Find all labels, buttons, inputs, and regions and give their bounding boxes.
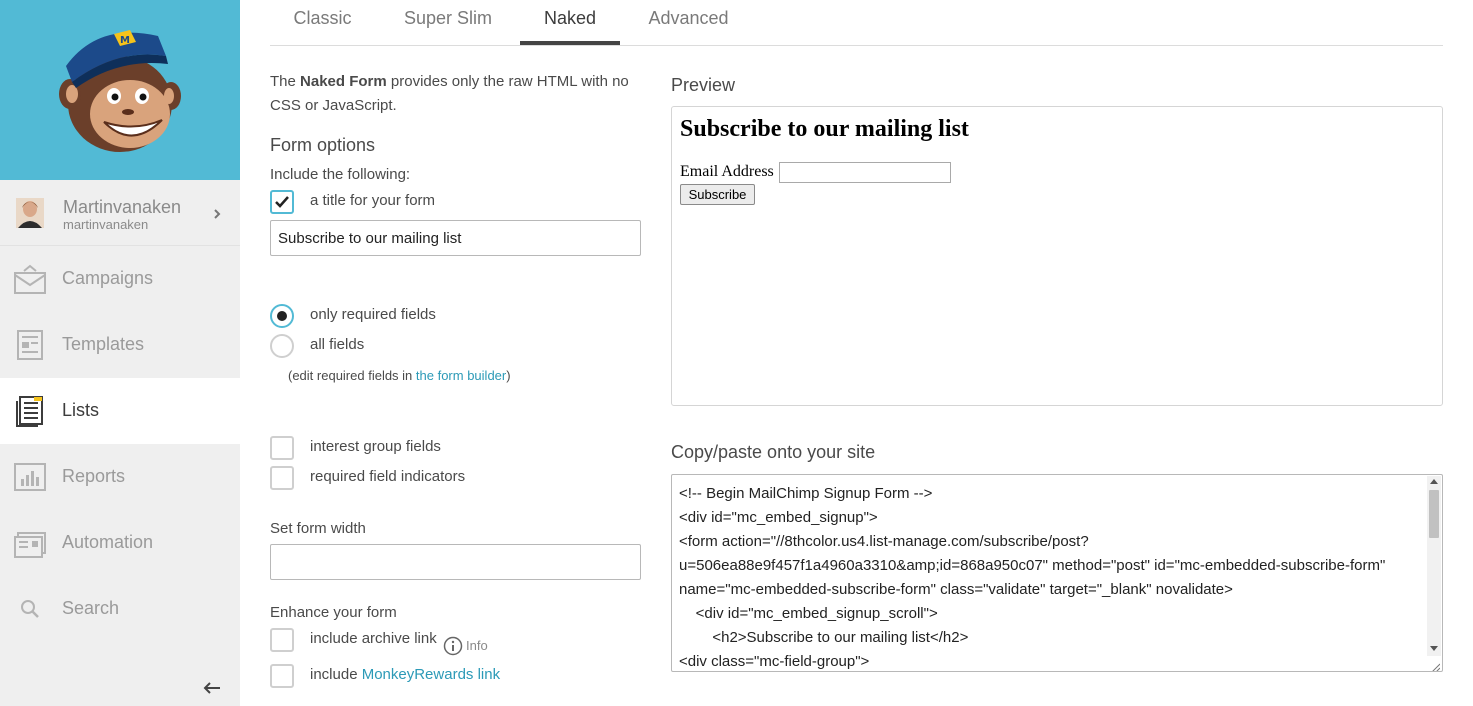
checkmark-icon [275, 196, 289, 208]
lists-icon [14, 395, 46, 427]
search-icon [14, 593, 46, 625]
automation-icon [14, 527, 46, 559]
code-heading: Copy/paste onto your site [671, 442, 876, 462]
preview-email-label: Email Address [680, 163, 774, 180]
info-label[interactable]: Info [466, 638, 488, 653]
radio-required-fields[interactable] [270, 304, 294, 328]
tab-super-slim[interactable]: Super Slim [383, 0, 513, 45]
note-prefix: (edit required fields in [288, 368, 416, 383]
archive-link-checkbox[interactable] [270, 628, 294, 652]
freddie-logo: M [59, 30, 181, 152]
monkey-prefix: include [310, 666, 362, 683]
chevron-right-icon [210, 206, 224, 222]
form-builder-link[interactable]: the form builder [416, 368, 506, 383]
form-builder-note: (edit required fields in the form builde… [288, 368, 511, 383]
intro-prefix: The [270, 73, 301, 90]
title-checkbox[interactable] [270, 190, 294, 214]
sidebar-item-campaigns[interactable]: Campaigns [0, 246, 240, 312]
archive-link-label: include archive link [310, 630, 437, 647]
radio-all-fields[interactable] [270, 334, 294, 358]
preview-email-input[interactable] [779, 162, 951, 183]
sidebar-item-label: Templates [62, 334, 145, 354]
tab-naked[interactable]: Naked [520, 0, 620, 45]
intro-bold: Naked Form [300, 73, 387, 90]
preview-subscribe-button[interactable]: Subscribe [680, 184, 755, 205]
enhance-heading: Enhance your form [270, 604, 397, 621]
user-username: martinvanaken [63, 217, 149, 232]
preview-heading: Preview [671, 75, 736, 95]
avatar [16, 198, 44, 228]
note-suffix: ) [506, 368, 511, 383]
sidebar-item-label: Lists [62, 400, 100, 420]
scroll-thumb[interactable] [1429, 490, 1439, 538]
campaigns-icon [14, 263, 46, 295]
templates-icon [14, 329, 46, 361]
form-title-input[interactable] [270, 220, 641, 256]
radio-required-label: only required fields [310, 306, 436, 323]
sidebar-item-search[interactable]: Search [0, 576, 240, 642]
form-options-heading: Form options [270, 135, 376, 155]
form-intro: The Naked Form provides only the raw HTM… [270, 70, 640, 118]
code-line: <div id="mc_embed_signup"> [679, 509, 878, 526]
title-checkbox-label: a title for your form [310, 192, 436, 209]
preview-panel: Subscribe to our mailing list Email Addr… [671, 106, 1443, 406]
form-type-tabs: Classic Super Slim Naked Advanced [270, 0, 1443, 46]
logo-area[interactable]: M [0, 0, 240, 180]
code-line: <form action="//8thcolor.us4.list-manage… [679, 533, 1089, 550]
preview-form-title: Subscribe to our mailing list [680, 116, 969, 142]
interest-groups-label: interest group fields [310, 438, 441, 455]
monkey-rewards-checkbox[interactable] [270, 664, 294, 688]
user-name: Martinvanaken [63, 197, 182, 217]
collapse-sidebar-icon[interactable] [202, 678, 222, 698]
info-icon[interactable] [443, 636, 463, 656]
sidebar-item-lists[interactable]: Lists [0, 378, 240, 444]
embed-code-lines: <!-- Begin MailChimp Signup Form --> <di… [679, 482, 1424, 671]
reports-icon [14, 461, 46, 493]
required-indicators-label: required field indicators [310, 468, 466, 485]
form-width-label: Set form width [270, 520, 366, 537]
tab-classic[interactable]: Classic [270, 0, 375, 45]
interest-groups-checkbox[interactable] [270, 436, 294, 460]
sidebar-item-reports[interactable]: Reports [0, 444, 240, 510]
code-line: u=506ea88e9f457f1a4960a3310&amp;id=868a9… [679, 557, 1386, 574]
radio-all-label: all fields [310, 336, 365, 353]
embed-code-textarea[interactable]: <!-- Begin MailChimp Signup Form --> <di… [671, 474, 1443, 672]
resize-grip-icon[interactable] [1430, 659, 1441, 671]
sidebar: M Martinvanaken martinvanaken Campaigns [0, 0, 240, 706]
sidebar-item-automation[interactable]: Automation [0, 510, 240, 576]
sidebar-item-templates[interactable]: Templates [0, 312, 240, 378]
sidebar-item-label: Search [62, 598, 120, 618]
code-line: <h2>Subscribe to our mailing list</h2> [679, 629, 969, 646]
scroll-up-icon[interactable] [1430, 479, 1438, 484]
monkey-rewards-label: include MonkeyRewards link [310, 666, 500, 683]
code-line: <div id="mc_embed_signup_scroll"> [679, 605, 938, 622]
required-indicators-checkbox[interactable] [270, 466, 294, 490]
scroll-down-icon[interactable] [1430, 646, 1438, 651]
code-line: <div class="mc-field-group"> [679, 653, 870, 670]
sidebar-item-label: Campaigns [62, 268, 154, 288]
tab-advanced[interactable]: Advanced [635, 0, 742, 45]
code-scrollbar[interactable] [1427, 476, 1441, 656]
monkey-rewards-link[interactable]: MonkeyRewards link [362, 666, 500, 683]
sidebar-item-label: Reports [62, 466, 126, 486]
include-label: Include the following: [270, 166, 411, 183]
form-width-input[interactable] [270, 544, 641, 580]
sidebar-item-label: Automation [62, 532, 154, 552]
code-line: name="mc-embedded-subscribe-form" class=… [679, 581, 1233, 598]
code-line: <!-- Begin MailChimp Signup Form --> [679, 485, 933, 502]
svg-text:M: M [120, 35, 130, 46]
